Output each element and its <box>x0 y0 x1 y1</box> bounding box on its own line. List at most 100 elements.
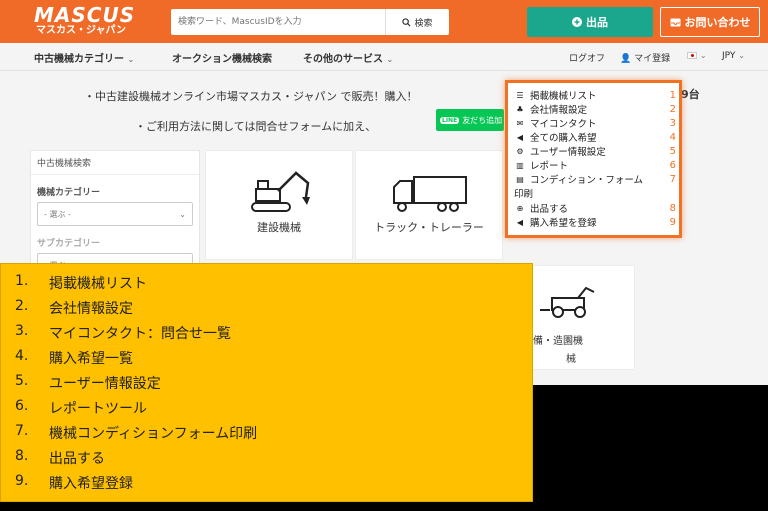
document-icon: ▤ <box>516 174 524 184</box>
legend-item-label: 掲載機械リスト <box>49 276 147 292</box>
menu-item-listings[interactable]: ☰ 掲載機械リスト 1 <box>514 88 676 103</box>
legend-item-label: 機械コンディションフォーム印刷 <box>49 426 258 442</box>
legend-item: 2. 会社情報設定 <box>15 298 133 318</box>
legend-item-label: レポートツール <box>49 401 147 417</box>
envelope-icon: ✉ <box>516 118 524 128</box>
menu-item-contacts[interactable]: ✉ マイコンタクト 3 <box>514 116 676 131</box>
my-account-dropdown: ☰ 掲載機械リスト 1 ♣ 会社情報設定 2 ✉ マイコンタクト 3 ◀ 全ての… <box>505 80 682 238</box>
logo-brand: MASCUS <box>34 3 136 27</box>
inbox-icon <box>670 18 680 26</box>
logout-link[interactable]: ログオフ <box>569 51 605 64</box>
sell-button[interactable]: 出品 <box>527 7 653 37</box>
category-card-label: 建設機械 <box>257 221 301 234</box>
legend-item: 6. レポートツール <box>15 398 147 418</box>
menu-item-label: マイコンタクト <box>530 119 597 130</box>
menu-item-number: 5 <box>669 145 676 157</box>
legend-item-label: 購入希望一覧 <box>49 351 133 367</box>
legend-item: 9. 購入希望登録 <box>15 473 133 493</box>
legend-item-number: 1. <box>15 273 29 289</box>
line-button-label: 友だち追加 <box>462 115 503 125</box>
menu-item-user-settings[interactable]: ⚙ ユーザー情報設定 5 <box>514 144 676 159</box>
nav-item-label: オークション機械検索 <box>172 54 272 65</box>
currency-selector[interactable]: JPY ⌄ <box>722 51 745 61</box>
menu-item-number: 6 <box>669 159 676 171</box>
nav-item-label: 中古機械カテゴリー <box>34 54 124 65</box>
flag-icon <box>687 52 697 59</box>
legend-item-number: 2. <box>15 298 29 314</box>
my-account-link[interactable]: 👤 マイ登録 <box>620 51 670 64</box>
list-icon: ☰ <box>516 90 524 100</box>
search-panel-title: 中古機械検索 <box>31 151 199 175</box>
legend-item-label: 購入希望登録 <box>49 476 133 492</box>
menu-item-number: 4 <box>669 131 676 143</box>
promo-line-2: ・ご利用方法に関しては問合せフォームに加え、 <box>135 120 377 133</box>
menu-item-label: 出品する <box>530 204 569 215</box>
menu-item-condition-form[interactable]: ▤ コンディション・フォーム 7 <box>514 172 676 187</box>
main-nav: 中古機械カテゴリー ⌄ オークション機械検索 その他のサービス ⌄ ログオフ 👤… <box>0 43 768 71</box>
user-icon: 👤 <box>620 54 632 64</box>
chevron-down-icon: ⌄ <box>699 51 707 60</box>
nav-item-auction[interactable]: オークション機械検索 <box>172 50 272 65</box>
nav-item-label: その他のサービス <box>303 54 383 65</box>
legend-item-label: マイコンタクト：問合せ一覧 <box>49 326 231 342</box>
menu-item-label: 掲載機械リスト <box>530 91 597 102</box>
legend-item: 8. 出品する <box>15 448 105 468</box>
legend-item-number: 6. <box>15 398 29 414</box>
listing-count: 9台 <box>681 88 700 101</box>
nav-item-services[interactable]: その他のサービス ⌄ <box>303 50 393 65</box>
menu-item-purchase-requests[interactable]: ◀ 全ての購入希望 4 <box>514 130 676 145</box>
mower-icon <box>540 286 595 318</box>
menu-item-company[interactable]: ♣ 会社情報設定 2 <box>514 102 676 117</box>
contact-button[interactable]: お問い合わせ <box>660 7 760 37</box>
menu-item-report[interactable]: ▥ レポート 6 <box>514 158 676 173</box>
chevron-down-icon: ⌄ <box>386 55 394 64</box>
menu-item-label: 購入希望を登録 <box>530 218 597 229</box>
site-logo[interactable]: MASCUS マスカス・ジャパン <box>34 5 135 37</box>
menu-item-label: ユーザー情報設定 <box>530 147 606 158</box>
legend-item: 5. ユーザー情報設定 <box>15 373 161 393</box>
legend-item-label: 会社情報設定 <box>49 301 133 317</box>
org-icon: ♣ <box>516 104 524 114</box>
menu-item-label: 会社情報設定 <box>530 105 588 116</box>
search-input[interactable] <box>171 9 385 35</box>
menu-item-sell[interactable]: ⊕ 出品する 8 <box>514 201 676 216</box>
truck-icon <box>393 176 467 212</box>
search-button[interactable]: 検索 <box>385 9 449 35</box>
menu-item-condition-form-wrap[interactable]: 印刷 <box>514 186 533 200</box>
legend-item-number: 8. <box>15 448 29 464</box>
menu-item-register-request[interactable]: ◀ 購入希望を登録 9 <box>514 215 676 230</box>
category-card-construction[interactable]: 建設機械 <box>205 150 353 260</box>
subcategory-label: サブカテゴリー <box>37 239 101 249</box>
menu-item-label: コンディション・フォーム <box>530 175 644 186</box>
chevron-down-icon: ⌄ <box>127 55 135 64</box>
menu-item-number: 3 <box>669 117 676 129</box>
category-card-trucks[interactable]: トラック・トレーラー <box>355 150 503 260</box>
menu-item-label: 全ての購入希望 <box>530 133 597 144</box>
menu-item-number: 7 <box>669 173 676 185</box>
line-add-friend-button[interactable]: LINE 友だち追加 <box>436 109 504 131</box>
menu-item-number: 9 <box>669 216 676 228</box>
legend-item: 3. マイコンタクト：問合せ一覧 <box>15 323 231 343</box>
chevron-down-icon: ⌄ <box>179 209 186 219</box>
search-bar: 検索 <box>171 9 449 35</box>
legend-item-label: 出品する <box>49 451 105 467</box>
category-select[interactable]: - 選ぶ - ⌄ <box>37 202 193 226</box>
legend-item-number: 5. <box>15 373 29 389</box>
legend-item-number: 3. <box>15 323 29 339</box>
menu-item-number: 2 <box>669 103 676 115</box>
legend-item: 1. 掲載機械リスト <box>15 273 147 293</box>
search-icon <box>402 17 411 27</box>
legend-item-number: 7. <box>15 423 29 439</box>
menu-legend: 1. 掲載機械リスト 2. 会社情報設定 3. マイコンタクト：問合せ一覧 4. 購入希… <box>0 263 533 502</box>
nav-item-categories[interactable]: 中古機械カテゴリー ⌄ <box>34 50 134 65</box>
currency-label: JPY <box>722 51 736 61</box>
bar-chart-icon: ▥ <box>516 160 524 170</box>
megaphone-icon: ◀ <box>516 217 524 227</box>
megaphone-icon: ◀ <box>516 132 524 142</box>
legend-item: 7. 機械コンディションフォーム印刷 <box>15 423 257 443</box>
language-selector[interactable]: ⌄ <box>687 51 707 61</box>
excavator-icon <box>251 171 310 212</box>
plus-circle-icon: ⊕ <box>516 203 524 213</box>
category-select-value: - 選ぶ - <box>44 209 71 219</box>
legend-item-number: 9. <box>15 473 29 489</box>
